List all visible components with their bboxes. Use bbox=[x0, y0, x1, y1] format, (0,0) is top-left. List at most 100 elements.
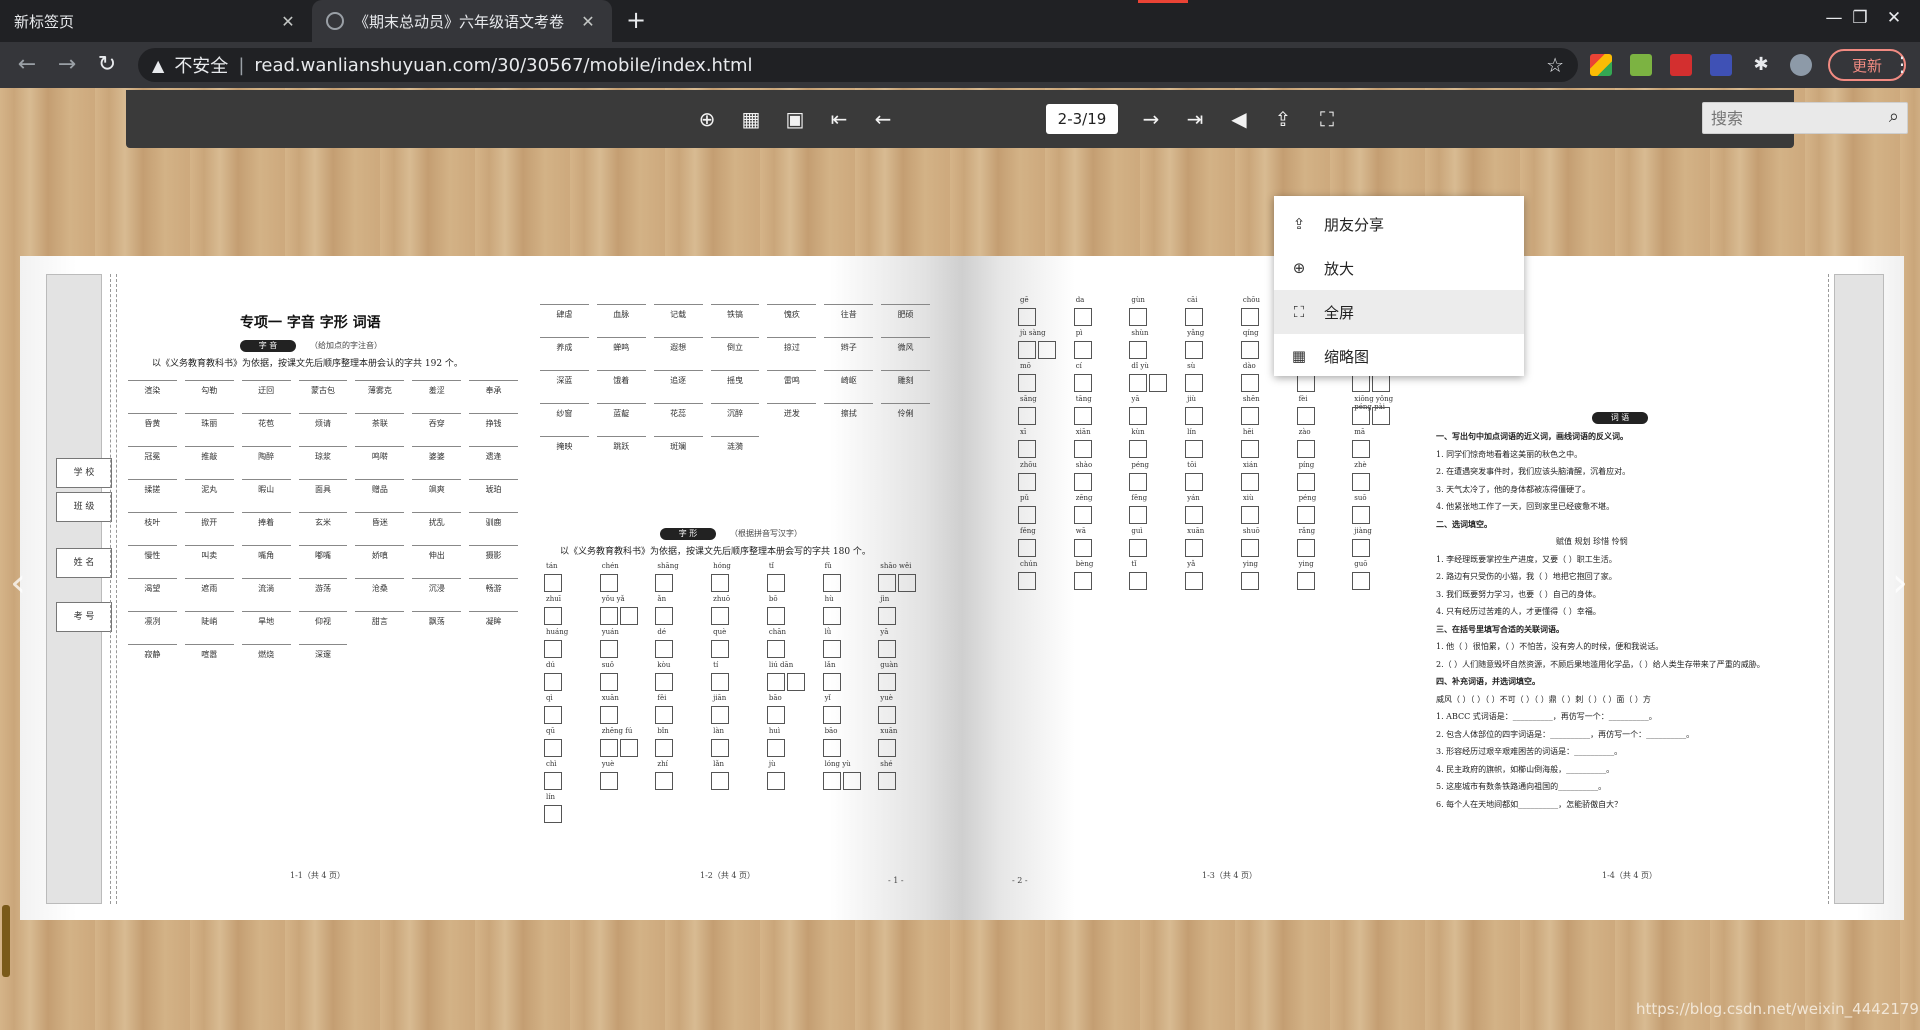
answer-box[interactable] bbox=[599, 772, 618, 790]
answer-box[interactable] bbox=[1240, 374, 1259, 392]
answer-box[interactable] bbox=[878, 673, 897, 691]
answer-box[interactable] bbox=[1352, 506, 1371, 524]
answer-box[interactable] bbox=[1240, 473, 1259, 491]
answer-box[interactable] bbox=[822, 574, 841, 592]
answer-box[interactable] bbox=[599, 640, 618, 658]
answer-box[interactable] bbox=[766, 607, 785, 625]
next-page-icon[interactable]: → bbox=[1138, 106, 1164, 132]
answer-box[interactable] bbox=[711, 706, 730, 724]
answer-box[interactable] bbox=[822, 739, 841, 757]
extension-color-icon[interactable] bbox=[1590, 54, 1612, 76]
answer-box[interactable] bbox=[1129, 539, 1148, 557]
answer-box[interactable] bbox=[878, 739, 897, 757]
answer-box[interactable] bbox=[766, 706, 785, 724]
answer-box[interactable] bbox=[711, 772, 730, 790]
answer-box[interactable] bbox=[544, 706, 562, 724]
answer-box[interactable] bbox=[1018, 308, 1036, 326]
answer-box[interactable] bbox=[1149, 374, 1168, 392]
answer-box[interactable] bbox=[655, 673, 674, 691]
answer-box[interactable] bbox=[1129, 440, 1148, 458]
answer-box[interactable] bbox=[878, 772, 897, 790]
window-close-icon[interactable]: ✕ bbox=[1868, 0, 1920, 36]
answer-box[interactable] bbox=[1185, 506, 1204, 524]
answer-box[interactable] bbox=[898, 574, 917, 592]
answer-box[interactable] bbox=[1018, 341, 1036, 359]
left-page[interactable]: 学 校 班 级 姓 名 考 号 专项一 字音 字形 词语 字 音 （给加点的字注… bbox=[20, 256, 962, 920]
answer-box[interactable] bbox=[1073, 539, 1092, 557]
answer-box[interactable] bbox=[711, 673, 730, 691]
answer-box[interactable] bbox=[1185, 308, 1204, 326]
answer-box[interactable] bbox=[544, 574, 562, 592]
page-indicator[interactable]: 2-3/19 bbox=[1046, 104, 1118, 134]
close-icon[interactable]: ✕ bbox=[578, 12, 598, 31]
answer-box[interactable] bbox=[1372, 407, 1391, 425]
answer-box[interactable] bbox=[878, 574, 897, 592]
search-icon[interactable]: ⌕ bbox=[1889, 106, 1899, 127]
first-page-icon[interactable]: ⇤ bbox=[826, 106, 852, 132]
answer-box[interactable] bbox=[711, 607, 730, 625]
answer-box[interactable] bbox=[655, 706, 674, 724]
extension-ia-icon[interactable] bbox=[1710, 54, 1732, 76]
answer-box[interactable] bbox=[786, 673, 805, 691]
menu-item-share[interactable]: ⇪ 朋友分享 bbox=[1274, 202, 1524, 246]
sound-icon[interactable]: ◀ bbox=[1226, 106, 1252, 132]
answer-box[interactable] bbox=[1018, 440, 1036, 458]
answer-box[interactable] bbox=[1018, 506, 1036, 524]
last-page-icon[interactable]: ⇥ bbox=[1182, 106, 1208, 132]
warning-icon[interactable]: ▲ bbox=[152, 56, 164, 75]
answer-box[interactable] bbox=[1240, 539, 1259, 557]
answer-box[interactable] bbox=[599, 739, 618, 757]
answer-box[interactable] bbox=[599, 574, 618, 592]
answer-box[interactable] bbox=[766, 574, 785, 592]
next-page-arrow-icon[interactable]: › bbox=[1892, 560, 1908, 606]
answer-box[interactable] bbox=[1073, 374, 1092, 392]
answer-box[interactable] bbox=[1073, 407, 1092, 425]
puzzle-icon[interactable]: ✱ bbox=[1750, 54, 1772, 76]
answer-box[interactable] bbox=[711, 640, 730, 658]
menu-item-thumbnail[interactable]: ▦ 缩略图 bbox=[1274, 334, 1524, 378]
answer-box[interactable] bbox=[1018, 539, 1036, 557]
answer-box[interactable] bbox=[1296, 407, 1315, 425]
answer-box[interactable] bbox=[1129, 407, 1148, 425]
answer-box[interactable] bbox=[1240, 440, 1259, 458]
answer-box[interactable] bbox=[1296, 539, 1315, 557]
answer-box[interactable] bbox=[878, 640, 897, 658]
answer-box[interactable] bbox=[1018, 473, 1036, 491]
answer-box[interactable] bbox=[1240, 506, 1259, 524]
answer-box[interactable] bbox=[1185, 473, 1204, 491]
bookmark-star-icon[interactable]: ☆ bbox=[1546, 53, 1564, 77]
tab-exam-paper[interactable]: 《期末总动员》六年级语文考卷 ✕ bbox=[312, 0, 612, 42]
answer-box[interactable] bbox=[619, 739, 638, 757]
menu-item-fullscreen[interactable]: ⛶ 全屏 bbox=[1274, 290, 1524, 334]
answer-box[interactable] bbox=[1240, 407, 1259, 425]
answer-box[interactable] bbox=[878, 607, 897, 625]
answer-box[interactable] bbox=[599, 607, 618, 625]
fullscreen-icon[interactable]: ⛶ bbox=[1314, 106, 1340, 132]
answer-box[interactable] bbox=[1240, 308, 1259, 326]
flipbook[interactable]: 学 校 班 级 姓 名 考 号 专项一 字音 字形 词语 字 音 （给加点的字注… bbox=[20, 256, 1904, 920]
answer-box[interactable] bbox=[1185, 539, 1204, 557]
answer-box[interactable] bbox=[544, 739, 562, 757]
answer-box[interactable] bbox=[1073, 308, 1092, 326]
answer-box[interactable] bbox=[766, 739, 785, 757]
answer-box[interactable] bbox=[1296, 440, 1315, 458]
answer-box[interactable] bbox=[1073, 473, 1092, 491]
share-icon[interactable]: ⇪ bbox=[1270, 106, 1296, 132]
answer-box[interactable] bbox=[599, 673, 618, 691]
answer-box[interactable] bbox=[711, 739, 730, 757]
thumbnail-icon[interactable]: ▦ bbox=[738, 106, 764, 132]
more-menu-icon[interactable]: ⋮ bbox=[1892, 52, 1912, 76]
answer-box[interactable] bbox=[822, 772, 841, 790]
insecure-label[interactable]: 不安全 bbox=[174, 52, 228, 78]
answer-box[interactable] bbox=[619, 607, 638, 625]
answer-box[interactable] bbox=[822, 607, 841, 625]
answer-box[interactable] bbox=[822, 706, 841, 724]
answer-box[interactable] bbox=[878, 706, 897, 724]
zoom-in-icon[interactable]: ⊕ bbox=[694, 106, 720, 132]
answer-box[interactable] bbox=[1296, 473, 1315, 491]
answer-box[interactable] bbox=[1352, 539, 1371, 557]
answer-box[interactable] bbox=[1352, 407, 1371, 425]
extension-pdf-icon[interactable] bbox=[1670, 54, 1692, 76]
answer-box[interactable] bbox=[711, 574, 730, 592]
answer-box[interactable] bbox=[1296, 572, 1315, 590]
